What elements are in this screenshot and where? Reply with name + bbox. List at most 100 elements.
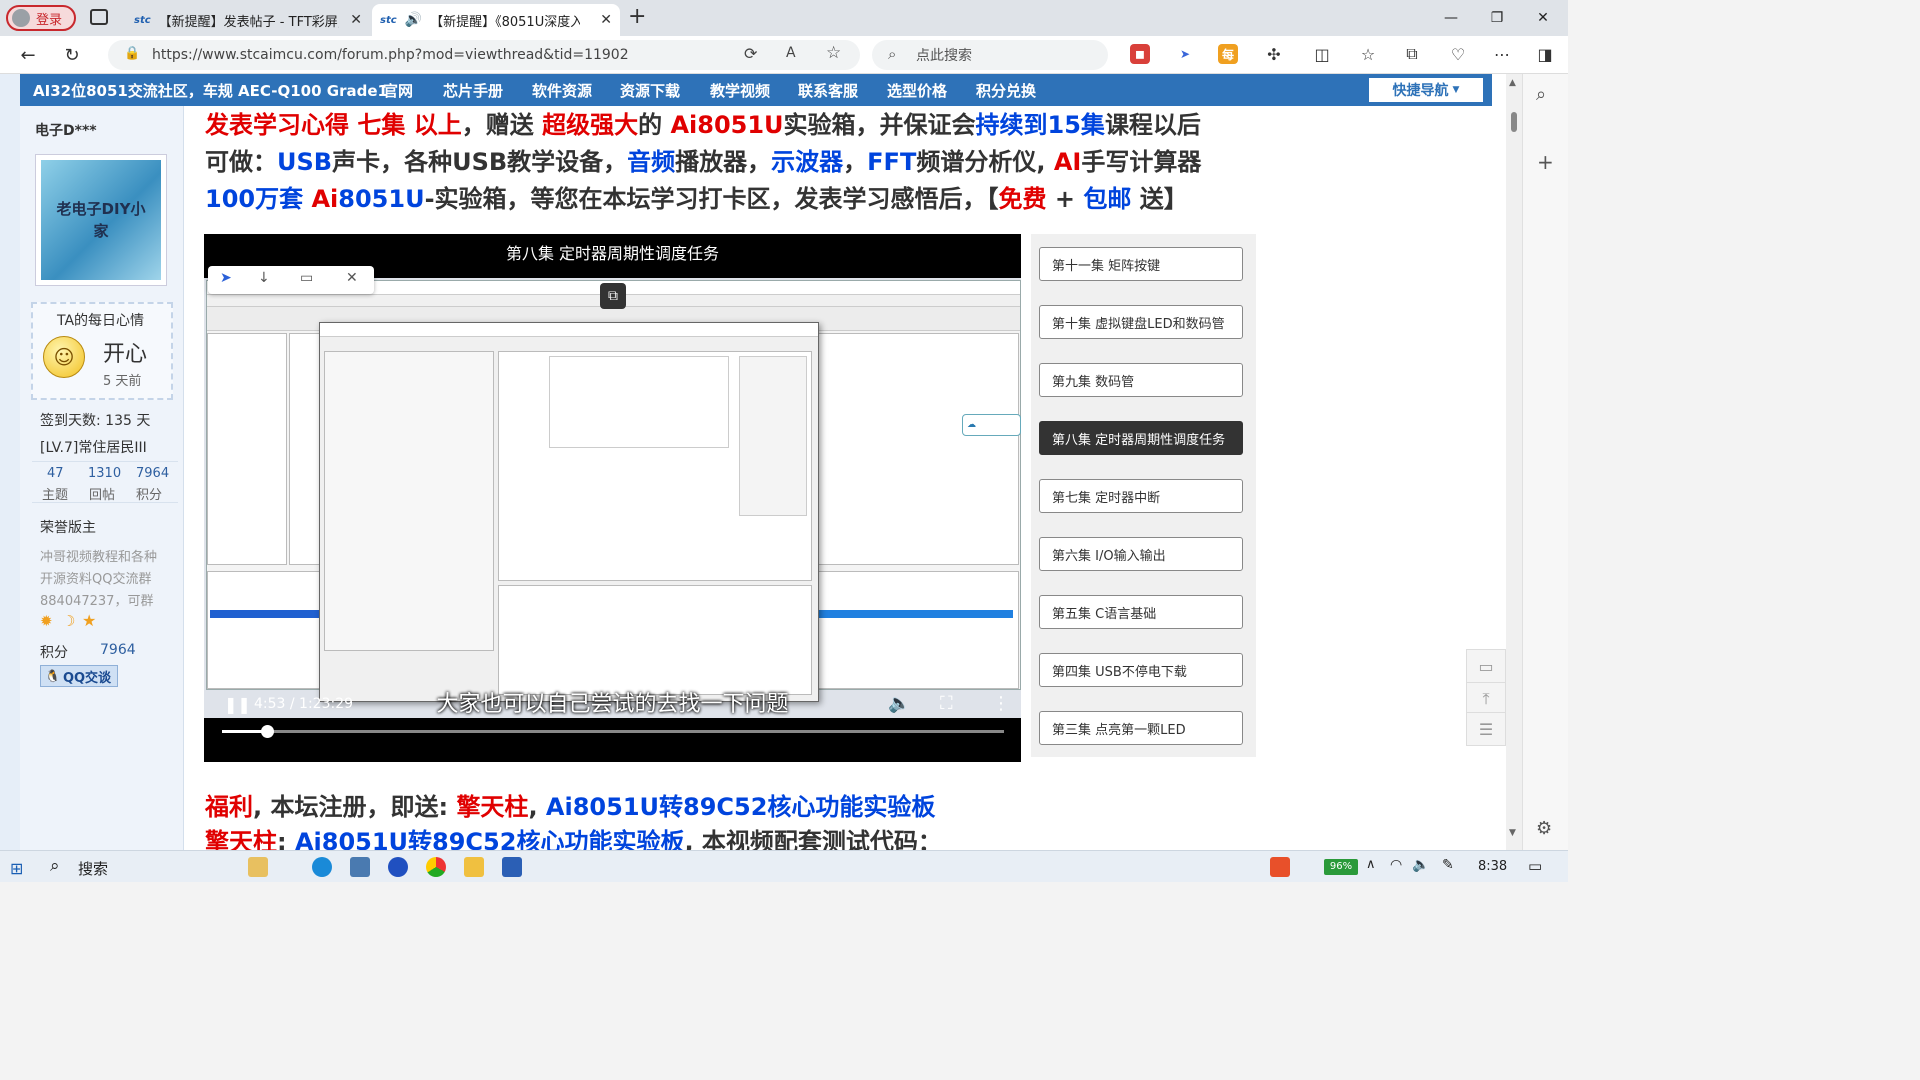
scroll-down-icon[interactable]: ▼ <box>1509 828 1516 838</box>
chrome-icon[interactable] <box>426 857 446 877</box>
sidebar-add-icon[interactable]: + <box>1537 150 1554 174</box>
nav-item-pricing[interactable]: 选型价格 <box>887 80 947 101</box>
settings-icon[interactable]: ⚙ <box>1536 818 1552 839</box>
notification-icon[interactable]: ▭ <box>1528 857 1542 875</box>
playlist-item[interactable]: 第九集 数码管 <box>1039 363 1243 397</box>
user-name[interactable]: 电子D*** <box>35 120 97 140</box>
scroll-thumb[interactable] <box>1511 112 1517 132</box>
clock[interactable]: 8:38 <box>1478 859 1507 874</box>
restore-button[interactable]: ❐ <box>1474 0 1520 36</box>
playlist-item[interactable]: 第十一集 矩阵按键 <box>1039 247 1243 281</box>
collections-icon[interactable]: ⧉ <box>1400 42 1424 66</box>
playlist-item-label: 第九集 数码管 <box>1052 374 1135 390</box>
nav-item-points[interactable]: 积分兑换 <box>976 80 1036 101</box>
sidebar-toggle-icon[interactable]: ◨ <box>1533 42 1557 66</box>
extension-red-icon[interactable]: ◼ <box>1130 44 1150 64</box>
back-to-top-icon[interactable]: ⤒ <box>1466 682 1506 716</box>
url-bar[interactable]: 🔒 https://www.stcaimcu.com/forum.php?mod… <box>108 40 860 70</box>
post-text-segment: 擎天柱 <box>456 793 529 821</box>
fullscreen-icon[interactable]: ⛶ <box>940 693 953 714</box>
post-text-segment: 持续到15集 <box>975 111 1105 139</box>
playlist-item[interactable]: 第四集 USB不停电下载 <box>1039 653 1243 687</box>
playlist-item[interactable]: 第六集 I/O输入输出 <box>1039 537 1243 571</box>
playlist-item-active[interactable]: 第八集 定时器周期性调度任务 <box>1039 421 1243 455</box>
avatar[interactable]: 老电子DIY小家 <box>35 154 167 286</box>
playlist-item-label: 第七集 定时器中断 <box>1052 490 1161 506</box>
extension-bird-icon[interactable]: ➤ <box>1175 44 1195 64</box>
app-blue-icon[interactable] <box>388 857 408 877</box>
nav-item-software[interactable]: 软件资源 <box>532 80 592 101</box>
stat-value[interactable]: 7964 <box>136 466 169 481</box>
pip-icon[interactable]: ⧉ <box>600 283 626 309</box>
word-icon[interactable] <box>502 857 522 877</box>
close-icon[interactable]: ✕ <box>600 12 612 28</box>
nav-item-download[interactable]: 资源下载 <box>620 80 680 101</box>
playlist-item[interactable]: 第三集 点亮第一颗LED <box>1039 711 1243 745</box>
more-menu-icon[interactable]: ⋯ <box>1490 42 1514 66</box>
playlist-item[interactable]: 第七集 定时器中断 <box>1039 479 1243 513</box>
pause-button[interactable]: ❚❚ <box>224 695 251 714</box>
favorite-star-icon[interactable]: ☆ <box>826 43 841 63</box>
widget-icon[interactable] <box>248 857 268 877</box>
pen-icon[interactable]: ✎ <box>1442 857 1454 873</box>
video-progress-track[interactable] <box>222 725 1004 738</box>
download-icon[interactable]: ↓ <box>258 270 270 286</box>
points-label: 积分 <box>40 645 68 661</box>
post-text-segment: , 本视频配套测试代码： <box>684 828 942 850</box>
tv-icon[interactable]: ▭ <box>300 270 313 286</box>
nav-item-manual[interactable]: 芯片手册 <box>443 80 503 101</box>
playlist-item[interactable]: 第十集 虚拟键盘LED和数码管 <box>1039 305 1243 339</box>
quick-nav-button[interactable]: 快捷导航 ▼ <box>1369 78 1483 102</box>
scroll-up-icon[interactable]: ▲ <box>1509 78 1516 88</box>
favorites-icon[interactable]: ☆ <box>1356 42 1380 66</box>
site-title[interactable]: AI32位8051交流社区，车规 AEC-Q100 Grade1 <box>33 80 388 101</box>
volume-icon[interactable]: 🔈 <box>888 693 910 714</box>
close-window-button[interactable]: ✕ <box>1520 0 1566 36</box>
battery-indicator[interactable]: 96% <box>1324 859 1358 875</box>
nav-item-service[interactable]: 联系客服 <box>798 80 858 101</box>
minimize-button[interactable]: — <box>1428 0 1474 36</box>
taskbar-search-icon[interactable]: ⌕ <box>50 856 60 876</box>
translate-icon[interactable]: ⟳ <box>744 44 757 63</box>
bird-icon[interactable]: ➤ <box>220 270 232 286</box>
extension-orange-icon[interactable]: 每 <box>1218 44 1238 64</box>
chevron-up-icon[interactable]: ∧ <box>1366 857 1376 872</box>
profile-button[interactable]: 登录 <box>6 5 76 31</box>
back-button[interactable]: ← <box>14 42 42 68</box>
video-progress-knob[interactable] <box>261 725 275 738</box>
extensions-icon[interactable]: ✣ <box>1262 42 1286 66</box>
nav-item-official[interactable]: 官网 <box>383 80 413 101</box>
comment-icon[interactable]: ▭ <box>1466 649 1506 683</box>
close-icon[interactable]: ✕ <box>346 270 358 286</box>
qq-chat-button[interactable]: 🐧 QQ交谈 <box>40 665 118 687</box>
close-icon[interactable]: ✕ <box>350 12 362 28</box>
more-options-icon[interactable]: ⋮ <box>992 693 1010 714</box>
windows-start-icon[interactable]: ⊞ <box>10 859 23 878</box>
wifi-icon[interactable]: ◠ <box>1390 857 1402 873</box>
nav-item-video[interactable]: 教学视频 <box>710 80 770 101</box>
volume-icon[interactable]: 🔈 <box>1412 857 1429 873</box>
playlist-item[interactable]: 第五集 C语言基础 <box>1039 595 1243 629</box>
speaker-icon[interactable]: 🔊 <box>405 12 422 28</box>
points-value[interactable]: 7964 <box>100 642 136 658</box>
calculator-icon[interactable] <box>350 857 370 877</box>
taskbar-search-label[interactable]: 搜索 <box>78 858 108 879</box>
sidebar-search-icon[interactable]: ⌕ <box>1536 84 1546 105</box>
read-aloud-icon[interactable]: A <box>786 45 796 61</box>
tab-2[interactable]: stc 🔊 【新提醒】《8051U深度入门 ✕ <box>372 4 620 36</box>
tab-1[interactable]: stc 【新提醒】发表帖子 - TFT彩屏, 8 ✕ <box>126 4 370 36</box>
stat-value[interactable]: 1310 <box>88 466 121 481</box>
video-player[interactable]: 第八集 定时器周期性调度任务 ➤ ↓ ▭ ✕ ⧉ ☁ 大家也可以自己尝试的去找一… <box>204 234 1021 762</box>
new-tab-button[interactable]: + <box>628 4 646 29</box>
split-screen-icon[interactable]: ◫ <box>1310 42 1334 66</box>
performance-icon[interactable]: ♡ <box>1446 42 1470 66</box>
search-input[interactable]: ⌕ 点此搜索 <box>872 40 1108 70</box>
sogou-ime-icon[interactable] <box>1270 857 1290 877</box>
page-scrollbar[interactable]: ▲ ▼ <box>1506 74 1522 850</box>
file-explorer-icon[interactable] <box>464 857 484 877</box>
tab-actions-icon[interactable] <box>90 9 108 25</box>
list-icon[interactable]: ☰ <box>1466 712 1506 746</box>
refresh-button[interactable]: ↻ <box>58 42 86 68</box>
edge-icon[interactable] <box>312 857 332 877</box>
stat-value[interactable]: 47 <box>47 466 64 481</box>
